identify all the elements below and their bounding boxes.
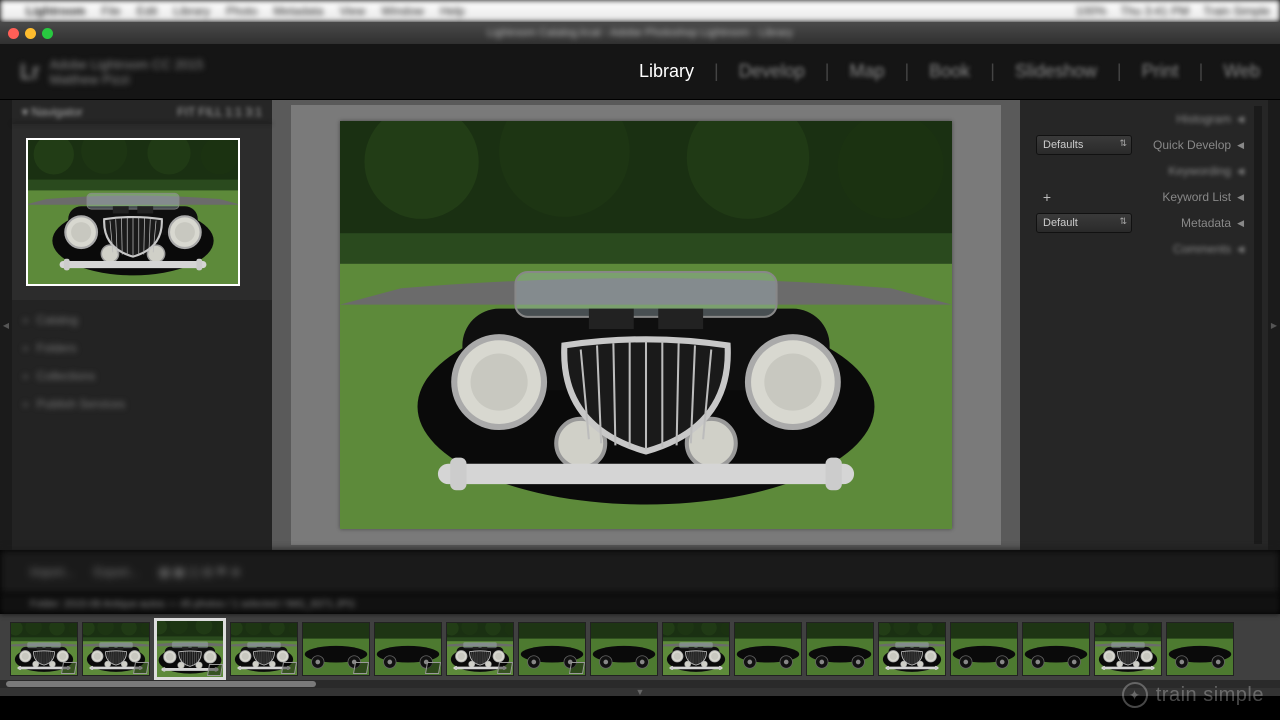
identity-plate[interactable]: Lr Adobe Lightroom CC 2015 Matthew Pizzi: [20, 57, 204, 87]
right-panel: Histogram◀ Defaults Quick Develop◀ Keywo…: [1020, 100, 1268, 550]
panel-folders[interactable]: Folders: [12, 334, 272, 362]
filmstrip-thumb[interactable]: [1166, 622, 1234, 676]
right-panel-collapse[interactable]: [1268, 100, 1280, 550]
photo-canvas: [291, 105, 1001, 545]
identity-line1: Adobe Lightroom CC 2015: [50, 57, 204, 72]
filmstrip-scrollbar[interactable]: [0, 680, 1280, 688]
filmstrip-thumb[interactable]: [154, 618, 226, 680]
menu-help[interactable]: Help: [440, 4, 465, 18]
import-button[interactable]: Import...: [30, 565, 74, 579]
module-library[interactable]: Library: [639, 61, 694, 82]
panel-keyword-list[interactable]: Keyword List: [1162, 190, 1231, 204]
menu-photo[interactable]: Photo: [226, 4, 257, 18]
panel-catalog[interactable]: Catalog: [12, 306, 272, 334]
filmstrip-thumb[interactable]: [1094, 622, 1162, 676]
panel-histogram[interactable]: Histogram: [1176, 112, 1231, 126]
module-map[interactable]: Map: [849, 61, 884, 82]
zoom-icon[interactable]: [42, 28, 53, 39]
filmstrip-thumb[interactable]: [10, 622, 78, 676]
module-slideshow[interactable]: Slideshow: [1015, 61, 1097, 82]
menu-library[interactable]: Library: [173, 4, 210, 18]
minimize-icon[interactable]: [25, 28, 36, 39]
menu-app[interactable]: Lightroom: [26, 4, 85, 18]
filmstrip-thumb[interactable]: [662, 622, 730, 676]
metadata-badge-icon: [133, 662, 149, 674]
module-print[interactable]: Print: [1142, 61, 1179, 82]
panel-publish[interactable]: Publish Services: [12, 390, 272, 418]
menu-view[interactable]: View: [339, 4, 365, 18]
menu-file[interactable]: File: [101, 4, 120, 18]
filmstrip-thumb[interactable]: [518, 622, 586, 676]
menu-edit[interactable]: Edit: [137, 4, 158, 18]
identity-line2: Matthew Pizzi: [50, 72, 204, 87]
main-photo[interactable]: [340, 121, 952, 529]
filmstrip-thumb[interactable]: [950, 622, 1018, 676]
filmstrip-thumb[interactable]: [230, 622, 298, 676]
navigator-zoom[interactable]: FIT FILL 1:1 3:1: [177, 105, 262, 119]
filmstrip-thumb[interactable]: [446, 622, 514, 676]
filmstrip-thumb[interactable]: [1022, 622, 1090, 676]
filmstrip-thumb[interactable]: [374, 622, 442, 676]
mac-menubar: Lightroom File Edit Library Photo Metada…: [0, 0, 1280, 22]
menu-window[interactable]: Window: [381, 4, 424, 18]
filmstrip-thumb[interactable]: [590, 622, 658, 676]
loupe-view[interactable]: [272, 100, 1020, 550]
filmstrip-info: Folder: 2015-08 Antique-autos — 45 photo…: [0, 594, 1280, 614]
right-panel-scrollbar[interactable]: [1254, 106, 1262, 544]
module-web[interactable]: Web: [1223, 61, 1260, 82]
module-picker-bar: Lr Adobe Lightroom CC 2015 Matthew Pizzi…: [0, 44, 1280, 100]
module-develop[interactable]: Develop: [739, 61, 805, 82]
window-title: Lightroom Catalog.lrcat - Adobe Photosho…: [487, 27, 793, 39]
filmstrip-thumb[interactable]: [806, 622, 874, 676]
filmstrip-thumb[interactable]: [82, 622, 150, 676]
panel-collections[interactable]: Collections: [12, 362, 272, 390]
panel-keywording[interactable]: Keywording: [1168, 164, 1231, 178]
filmstrip-thumb[interactable]: [302, 622, 370, 676]
filmstrip: ▼: [0, 614, 1280, 696]
panel-quick-develop[interactable]: Quick Develop: [1153, 138, 1231, 152]
metadata-badge-icon: [207, 664, 223, 676]
metadata-badge-icon: [353, 662, 369, 674]
filmstrip-thumb[interactable]: [878, 622, 946, 676]
menu-battery[interactable]: 100%: [1076, 4, 1107, 18]
metadata-badge-icon: [425, 662, 441, 674]
metadata-badge-icon: [61, 662, 77, 674]
filmstrip-thumb[interactable]: [734, 622, 802, 676]
left-panel: ▾ Navigator FIT FILL 1:1 3:1 Catalog Fol…: [12, 100, 272, 550]
navigator-header[interactable]: Navigator: [31, 105, 82, 119]
metadata-badge-icon: [497, 662, 513, 674]
metadata-badge-icon: [569, 662, 585, 674]
module-nav: Library| Develop| Map| Book| Slideshow| …: [639, 61, 1260, 82]
menu-user[interactable]: Train Simple: [1203, 4, 1270, 18]
panel-comments[interactable]: Comments: [1173, 242, 1231, 256]
add-keyword-button[interactable]: +: [1036, 187, 1058, 207]
menu-metadata[interactable]: Metadata: [273, 4, 323, 18]
module-book[interactable]: Book: [929, 61, 970, 82]
panel-metadata[interactable]: Metadata: [1181, 216, 1231, 230]
menu-clock: Thu 3:41 PM: [1120, 4, 1189, 18]
lightroom-logo-icon: Lr: [20, 59, 40, 85]
toolbar: Import... Export... ▦ ▣ ◫ ⊞ ⚑ ★: [0, 550, 1280, 594]
left-panel-collapse[interactable]: [0, 100, 12, 550]
metadata-badge-icon: [281, 662, 297, 674]
close-icon[interactable]: [8, 28, 19, 39]
metadata-preset-select[interactable]: Default: [1036, 213, 1132, 233]
quickdev-preset-select[interactable]: Defaults: [1036, 135, 1132, 155]
navigator-preview[interactable]: [26, 138, 240, 286]
filmstrip-collapse[interactable]: ▼: [0, 688, 1280, 696]
export-button[interactable]: Export...: [94, 565, 139, 579]
filmstrip-track[interactable]: [0, 614, 1280, 680]
window-titlebar: Lightroom Catalog.lrcat - Adobe Photosho…: [0, 22, 1280, 44]
